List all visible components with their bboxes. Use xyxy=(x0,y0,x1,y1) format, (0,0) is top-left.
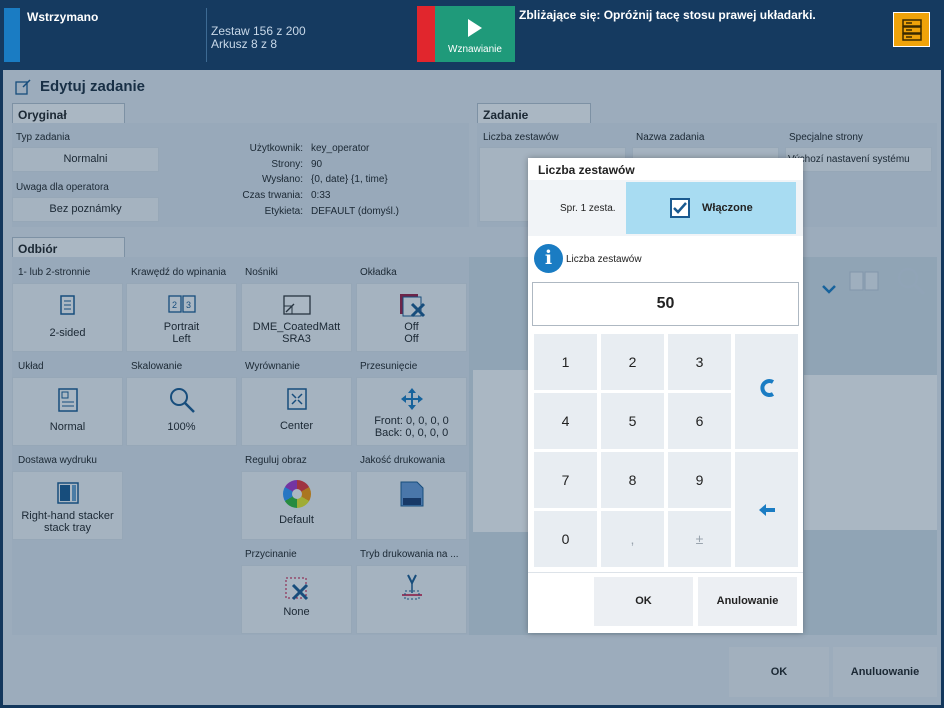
key-3[interactable]: 3 xyxy=(668,334,731,390)
key-9[interactable]: 9 xyxy=(668,452,731,508)
server-icon xyxy=(902,19,922,41)
key-2[interactable]: 2 xyxy=(601,334,664,390)
value-text: 50 xyxy=(656,295,675,312)
backspace-key[interactable] xyxy=(735,452,798,567)
key-0[interactable]: 0 xyxy=(534,511,597,567)
status-bar: Wstrzymano Zestaw 156 z 200 Arkusz 8 z 8… xyxy=(0,0,944,70)
resume-button[interactable]: Wznawianie xyxy=(435,6,515,62)
dialog-footer-divider xyxy=(528,572,803,573)
value-field[interactable]: 50 xyxy=(532,282,799,326)
key-sign[interactable]: ± xyxy=(668,511,731,567)
key-5[interactable]: 5 xyxy=(601,393,664,449)
clear-key[interactable] xyxy=(735,334,798,449)
key-1[interactable]: 1 xyxy=(534,334,597,390)
info-icon: i xyxy=(534,244,563,273)
status-message: Zbliżające się: Opróżnij tacę stosu praw… xyxy=(519,8,816,22)
checkbox-icon xyxy=(670,198,690,218)
key-4[interactable]: 4 xyxy=(534,393,597,449)
system-menu-button[interactable] xyxy=(893,12,930,47)
divider xyxy=(206,8,207,62)
enabled-toggle[interactable]: Włączone xyxy=(626,182,796,234)
check-label: Spr. 1 zesta. xyxy=(560,203,616,214)
key-8[interactable]: 8 xyxy=(601,452,664,508)
backspace-icon xyxy=(758,503,776,517)
stop-button[interactable] xyxy=(417,6,435,62)
sets-dialog: Liczba zestawów Spr. 1 zesta. Włączone i… xyxy=(528,158,803,633)
key-6[interactable]: 6 xyxy=(668,393,731,449)
sheet-progress: Arkusz 8 z 8 xyxy=(211,37,278,51)
printer-status: Wstrzymano xyxy=(27,10,99,24)
dialog-cancel-button[interactable]: Anulowanie xyxy=(698,577,797,626)
dialog-title: Liczba zestawów xyxy=(538,163,635,177)
clear-icon xyxy=(758,377,776,399)
key-comma[interactable]: , xyxy=(601,511,664,567)
info-label: Liczba zestawów xyxy=(566,254,642,265)
key-7[interactable]: 7 xyxy=(534,452,597,508)
status-indicator xyxy=(4,8,20,62)
dialog-ok-button[interactable]: OK xyxy=(594,577,693,626)
set-progress: Zestaw 156 z 200 xyxy=(211,24,306,38)
enabled-label: Włączone xyxy=(702,202,753,214)
play-icon xyxy=(468,19,482,37)
resume-label: Wznawianie xyxy=(448,44,502,55)
